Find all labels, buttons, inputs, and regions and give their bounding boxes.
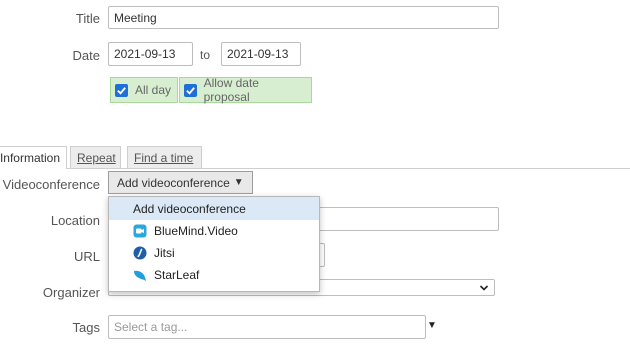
menu-item-label: Add videoconference bbox=[133, 201, 246, 216]
add-videoconference-button[interactable]: Add videoconference ▼ bbox=[108, 171, 253, 194]
bluemind-video-icon bbox=[133, 224, 147, 238]
tabs-divider bbox=[0, 168, 630, 169]
start-date-value: 2021-09-13 bbox=[114, 47, 176, 61]
allow-proposal-label: Allow date proposal bbox=[203, 76, 259, 104]
tab-find-a-time[interactable]: Find a time bbox=[127, 146, 202, 168]
title-value: Meeting bbox=[114, 10, 157, 25]
menu-item-label: Jitsi bbox=[154, 246, 175, 260]
all-day-label: All day bbox=[135, 83, 172, 97]
menu-item-jitsi[interactable]: Jitsi bbox=[109, 242, 319, 264]
start-date-input[interactable]: 2021-09-13 bbox=[108, 42, 193, 66]
menu-item-label: StarLeaf bbox=[154, 268, 200, 282]
videoconference-label: Videoconference bbox=[2, 177, 100, 192]
jitsi-icon bbox=[133, 246, 147, 260]
allow-proposal-check-icon bbox=[184, 83, 197, 97]
menu-item-starleaf[interactable]: StarLeaf bbox=[109, 264, 319, 286]
all-day-check-icon bbox=[115, 83, 128, 97]
tags-caret-icon[interactable]: ▼ bbox=[427, 320, 437, 331]
menu-item-add-videoconference[interactable]: Add videoconference bbox=[109, 197, 319, 220]
allow-proposal-checkbox[interactable]: Allow date proposal bbox=[179, 76, 312, 104]
tab-information-label: Information bbox=[0, 151, 60, 165]
title-label: Title bbox=[75, 11, 100, 26]
videoconference-menu: Add videoconference BlueMind.Video Jitsi bbox=[108, 196, 320, 292]
location-label: Location bbox=[50, 213, 100, 228]
tab-repeat-label: Repeat bbox=[77, 150, 116, 165]
date-label: Date bbox=[72, 48, 100, 63]
menu-item-label: BlueMind.Video bbox=[154, 224, 238, 238]
tab-repeat[interactable]: Repeat bbox=[70, 146, 121, 168]
url-label: URL bbox=[73, 249, 100, 264]
all-day-checkbox[interactable]: All day bbox=[110, 77, 179, 103]
tags-placeholder: Select a tag... bbox=[114, 320, 188, 334]
menu-item-bluemind-video[interactable]: BlueMind.Video bbox=[109, 220, 319, 242]
tab-information[interactable]: Information bbox=[0, 146, 67, 169]
starleaf-icon bbox=[133, 268, 147, 282]
title-input[interactable]: Meeting bbox=[108, 6, 499, 29]
tags-label: Tags bbox=[72, 320, 100, 335]
caret-down-icon: ▼ bbox=[233, 177, 244, 188]
chevron-down-icon bbox=[479, 285, 489, 291]
end-date-value: 2021-09-13 bbox=[227, 47, 289, 61]
add-videoconference-button-label: Add videoconference bbox=[117, 175, 230, 190]
tab-find-a-time-label: Find a time bbox=[134, 150, 194, 165]
end-date-input[interactable]: 2021-09-13 bbox=[221, 42, 301, 66]
tags-input[interactable]: Select a tag... bbox=[108, 315, 426, 339]
to-label: to bbox=[200, 48, 211, 62]
organizer-label: Organizer bbox=[42, 285, 100, 300]
